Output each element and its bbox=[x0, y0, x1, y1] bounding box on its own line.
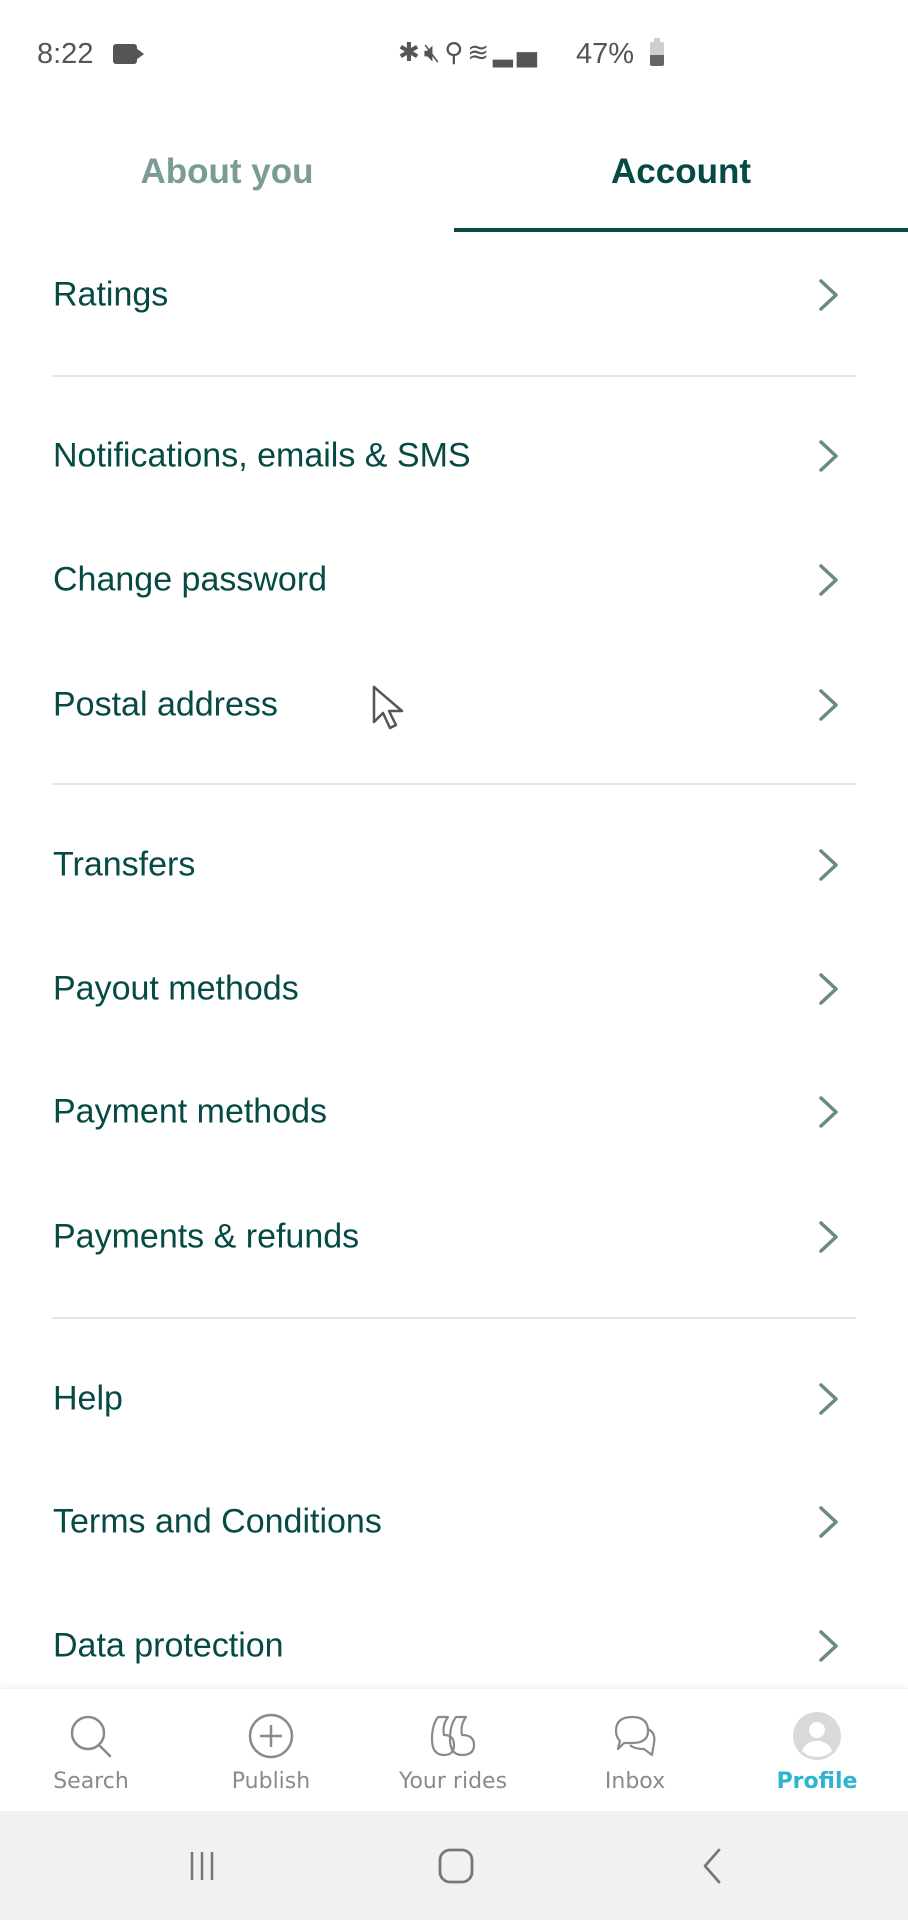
menu-item-postal-address[interactable]: Postal address bbox=[0, 650, 908, 760]
battery-icon bbox=[650, 38, 664, 66]
rides-icon bbox=[430, 1715, 476, 1757]
battery-level bbox=[650, 54, 664, 66]
menu-item-ratings[interactable]: Ratings bbox=[0, 240, 908, 350]
home-button[interactable] bbox=[396, 1811, 516, 1920]
chevron-right-icon bbox=[819, 440, 838, 472]
tab-about-you[interactable]: About you bbox=[0, 110, 454, 234]
recent-apps-icon bbox=[190, 1851, 214, 1880]
menu-item-label: Postal address bbox=[53, 685, 278, 724]
back-button[interactable] bbox=[652, 1811, 772, 1920]
menu-item-label: Payments & refunds bbox=[53, 1217, 360, 1256]
chevron-right-icon bbox=[819, 973, 838, 1005]
chevron-right-icon bbox=[819, 1630, 838, 1662]
recent-apps-button[interactable] bbox=[142, 1811, 262, 1920]
divider bbox=[52, 375, 856, 377]
menu-item-label: Change password bbox=[53, 560, 328, 599]
bluetooth-icon: ✱ bbox=[398, 38, 424, 68]
bottom-navigation: Search Publish Your rides Inbox Profile bbox=[0, 1688, 908, 1812]
menu-item-label: Notifications, emails & SMS bbox=[53, 436, 471, 475]
status-time: 8:22 bbox=[37, 38, 94, 70]
back-icon bbox=[703, 1848, 721, 1883]
divider bbox=[52, 1317, 856, 1319]
chevron-right-icon bbox=[819, 564, 838, 596]
menu-item-label: Data protection bbox=[53, 1626, 284, 1665]
tab-account[interactable]: Account bbox=[454, 110, 908, 234]
nav-label: Profile bbox=[776, 1769, 858, 1794]
menu-item-change-password[interactable]: Change password bbox=[0, 525, 908, 635]
location-icon: ⚲ bbox=[444, 38, 468, 68]
menu-item-notifications[interactable]: Notifications, emails & SMS bbox=[0, 401, 908, 511]
system-navigation-bar bbox=[0, 1811, 908, 1920]
signal-icon: ▂▄ bbox=[493, 38, 542, 68]
menu-item-label: Transfers bbox=[53, 845, 196, 884]
nav-search[interactable]: Search bbox=[0, 1689, 182, 1812]
home-icon bbox=[438, 1848, 474, 1883]
menu-item-payments-refunds[interactable]: Payments & refunds bbox=[0, 1182, 908, 1292]
chevron-right-icon bbox=[819, 1096, 838, 1128]
nav-publish[interactable]: Publish bbox=[180, 1689, 362, 1812]
nav-label: Publish bbox=[231, 1769, 311, 1794]
active-tab-indicator bbox=[454, 228, 908, 232]
profile-tabs: About you Account bbox=[0, 110, 908, 234]
nav-inbox[interactable]: Inbox bbox=[544, 1689, 726, 1812]
status-indicator-icons: ✱🔇︎⚲≋▂▄ bbox=[398, 38, 541, 69]
menu-item-label: Payment methods bbox=[53, 1092, 328, 1131]
mouse-cursor-icon bbox=[372, 685, 404, 730]
menu-item-label: Terms and Conditions bbox=[53, 1502, 382, 1541]
chevron-right-icon bbox=[819, 279, 838, 311]
menu-item-payment-methods[interactable]: Payment methods bbox=[0, 1057, 908, 1167]
nav-label: Your rides bbox=[398, 1769, 508, 1794]
menu-item-label: Help bbox=[53, 1379, 123, 1418]
menu-item-help[interactable]: Help bbox=[0, 1344, 908, 1454]
nav-label: Search bbox=[53, 1769, 129, 1794]
wifi-icon: ≋ bbox=[467, 38, 494, 68]
status-bar: 8:22 ✱🔇︎⚲≋▂▄ 47% bbox=[0, 0, 908, 110]
chevron-right-icon bbox=[819, 1221, 838, 1253]
chevron-right-icon bbox=[819, 849, 838, 881]
chevron-right-icon bbox=[819, 1506, 838, 1538]
search-icon bbox=[70, 1715, 112, 1758]
plus-circle-icon bbox=[248, 1713, 294, 1759]
chat-bubbles-icon bbox=[614, 1715, 656, 1757]
menu-item-payout-methods[interactable]: Payout methods bbox=[0, 934, 908, 1044]
mute-vibrate-icon: 🔇︎ bbox=[423, 38, 445, 68]
video-camera-icon bbox=[113, 44, 144, 64]
divider bbox=[52, 783, 856, 785]
menu-item-terms[interactable]: Terms and Conditions bbox=[0, 1467, 908, 1577]
battery-percent: 47% bbox=[576, 38, 635, 70]
menu-item-label: Payout methods bbox=[53, 969, 299, 1008]
menu-item-transfers[interactable]: Transfers bbox=[0, 810, 908, 920]
chevron-right-icon bbox=[819, 689, 838, 721]
avatar-icon bbox=[793, 1712, 841, 1760]
nav-label: Inbox bbox=[604, 1769, 666, 1794]
chevron-right-icon bbox=[819, 1383, 838, 1415]
menu-item-data-protection[interactable]: Data protection bbox=[0, 1591, 908, 1701]
nav-profile[interactable]: Profile bbox=[726, 1689, 908, 1812]
nav-your-rides[interactable]: Your rides bbox=[362, 1689, 544, 1812]
menu-item-label: Ratings bbox=[53, 275, 169, 314]
